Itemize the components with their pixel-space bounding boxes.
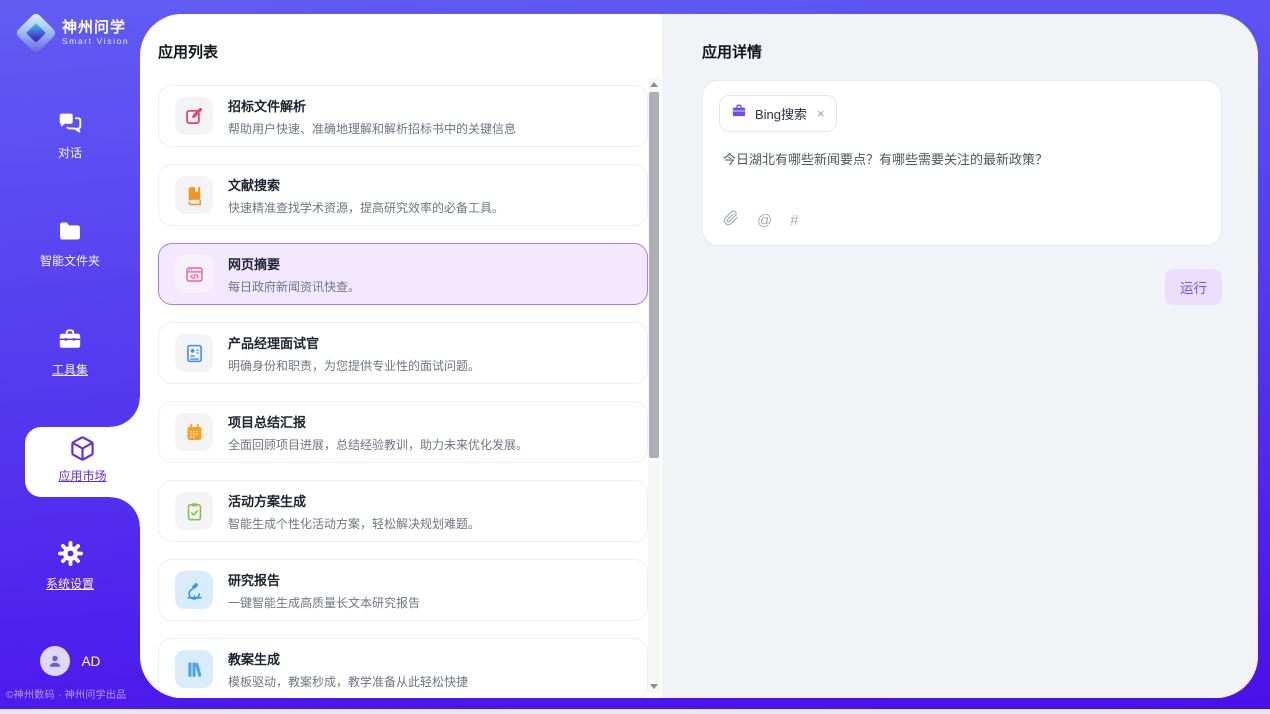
app-list-title: 应用列表 xyxy=(158,41,218,62)
sidebar: 神州问学 Smart Vision 对话 智能文件夹 xyxy=(0,0,140,714)
app-name: 产品经理面试官 xyxy=(228,333,480,352)
app-desc: 智能生成个性化活动方案，轻松解决规划难题。 xyxy=(228,515,480,532)
scroll-down-arrow[interactable] xyxy=(648,680,660,692)
run-button[interactable]: 运行 xyxy=(1165,269,1222,305)
tool-chip-bing-search[interactable]: Bing搜索 × xyxy=(719,95,837,132)
list-item-lesson-plan[interactable]: 教案生成 模板驱动，教案秒成，教学准备从此轻松快捷 xyxy=(158,638,648,698)
app-desc: 快速精准查找学术资源，提高研究效率的必备工具。 xyxy=(228,199,504,216)
edit-doc-icon xyxy=(175,97,213,135)
app-desc: 帮助用户快速、准确地理解和解析招标书中的关键信息 xyxy=(228,120,516,137)
app-list: 招标文件解析 帮助用户快速、准确地理解和解析招标书中的关键信息 文献搜索 快速精… xyxy=(158,85,648,698)
main-panel: 应用列表 招标文件解析 帮助用户快速、准确地理解和解析招标书中的关键信息 xyxy=(140,14,1258,698)
app-name: 网页摘要 xyxy=(228,254,360,273)
list-item-bid-parse[interactable]: 招标文件解析 帮助用户快速、准确地理解和解析招标书中的关键信息 xyxy=(158,85,648,147)
sidebar-item-smart-folder[interactable]: 智能文件夹 xyxy=(0,218,140,270)
tool-chip-label: Bing搜索 xyxy=(755,104,807,123)
app-name: 文献搜索 xyxy=(228,175,504,194)
brand-name: 神州问学 xyxy=(62,19,129,36)
scroll-up-arrow[interactable] xyxy=(648,78,660,90)
sidebar-item-chat[interactable]: 对话 xyxy=(0,110,140,162)
brand-tagline: Smart Vision xyxy=(62,36,129,47)
query-composer-card[interactable]: Bing搜索 × 今日湖北有哪些新闻要点？有哪些需要关注的最新政策？ @ # xyxy=(702,80,1222,246)
sidebar-item-label: 智能文件夹 xyxy=(40,252,100,269)
chip-remove-icon[interactable]: × xyxy=(817,106,825,121)
app-name: 教案生成 xyxy=(228,649,468,668)
diamond-logo-icon xyxy=(18,15,54,51)
user-account[interactable]: AD xyxy=(0,646,140,676)
composer-toolbar: @ # xyxy=(723,210,799,231)
hash-icon[interactable]: # xyxy=(790,213,798,229)
app-desc: 模板驱动，教案秒成，教学准备从此轻松快捷 xyxy=(228,673,468,690)
sidebar-item-label: 对话 xyxy=(58,144,82,161)
book-icon xyxy=(175,176,213,214)
books-icon xyxy=(175,650,213,688)
cube-icon xyxy=(25,435,140,462)
user-name: AD xyxy=(82,654,101,669)
app-window: { "brand": { "name": "神州问学", "tagline": … xyxy=(0,0,1270,714)
window-bottom-edge xyxy=(0,709,1270,714)
browser-code-icon xyxy=(175,255,213,293)
sidebar-item-label: 应用市场 xyxy=(58,467,106,484)
app-desc: 每日政府新闻资讯快查。 xyxy=(228,278,360,295)
app-name: 研究报告 xyxy=(228,570,420,589)
query-input[interactable]: 今日湖北有哪些新闻要点？有哪些需要关注的最新政策？ xyxy=(723,149,1201,168)
at-icon[interactable]: @ xyxy=(757,213,772,229)
list-item-research-report[interactable]: 研究报告 一键智能生成高质量长文本研究报告 xyxy=(158,559,648,621)
chat-icon xyxy=(0,110,140,136)
list-item-web-summary[interactable]: 网页摘要 每日政府新闻资讯快查。 xyxy=(158,243,648,305)
app-detail-title: 应用详情 xyxy=(702,41,762,62)
avatar xyxy=(40,646,70,676)
interview-icon xyxy=(175,334,213,372)
paperclip-icon[interactable] xyxy=(723,210,739,231)
sidebar-item-app-market[interactable]: 应用市场 xyxy=(25,427,140,497)
brand-logo: 神州问学 Smart Vision xyxy=(18,15,129,51)
app-desc: 明确身份和职责，为您提供专业性的面试问题。 xyxy=(228,357,480,374)
sidebar-item-toolset[interactable]: 工具集 xyxy=(0,327,140,379)
list-item-literature-search[interactable]: 文献搜索 快速精准查找学术资源，提高研究效率的必备工具。 xyxy=(158,164,648,226)
app-name: 活动方案生成 xyxy=(228,491,480,510)
list-item-project-summary[interactable]: 项目总结汇报 全面回顾项目进展，总结经验教训，助力未来优化发展。 xyxy=(158,401,648,463)
clipboard-check-icon xyxy=(175,492,213,530)
app-list-panel: 应用列表 招标文件解析 帮助用户快速、准确地理解和解析招标书中的关键信息 xyxy=(140,14,662,698)
app-detail-panel: 应用详情 Bing搜索 × 今日湖北有哪些新闻要点？有哪些需要关注的最新政策？ xyxy=(662,14,1258,698)
sidebar-item-label: 系统设置 xyxy=(46,575,94,592)
app-desc: 一键智能生成高质量长文本研究报告 xyxy=(228,594,420,611)
copyright-text: ©神州数码 · 神州问学出品 xyxy=(6,686,140,701)
folder-icon xyxy=(0,218,140,244)
list-item-pm-interviewer[interactable]: 产品经理面试官 明确身份和职责，为您提供专业性的面试问题。 xyxy=(158,322,648,384)
list-item-event-plan[interactable]: 活动方案生成 智能生成个性化活动方案，轻松解决规划难题。 xyxy=(158,480,648,542)
gear-icon xyxy=(0,540,140,567)
app-name: 项目总结汇报 xyxy=(228,412,528,431)
app-desc: 全面回顾项目进展，总结经验教训，助力未来优化发展。 xyxy=(228,436,528,453)
calendar-icon xyxy=(175,413,213,451)
toolbox-icon xyxy=(0,327,140,353)
microscope-icon xyxy=(175,571,213,609)
sidebar-item-label: 工具集 xyxy=(52,361,88,378)
briefcase-icon xyxy=(731,103,747,124)
scrollbar-thumb[interactable] xyxy=(649,92,659,458)
app-name: 招标文件解析 xyxy=(228,96,516,115)
list-scrollbar[interactable] xyxy=(648,78,660,692)
sidebar-item-settings[interactable]: 系统设置 xyxy=(0,540,140,593)
